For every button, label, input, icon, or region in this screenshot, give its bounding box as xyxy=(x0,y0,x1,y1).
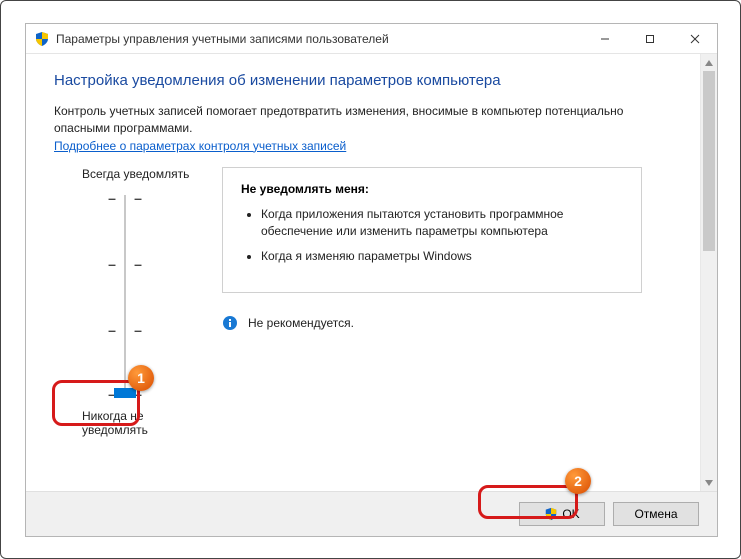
description-bullet: Когда приложения пытаются установить про… xyxy=(261,206,623,241)
scrollbar-thumb[interactable] xyxy=(703,71,715,251)
recommendation-text: Не рекомендуется. xyxy=(248,316,354,330)
slider-tick: –– xyxy=(108,327,142,333)
slider-label-always: Всегда уведомлять xyxy=(54,167,204,181)
cancel-button-label: Отмена xyxy=(634,507,677,521)
slider-thumb[interactable] xyxy=(114,388,136,398)
learn-more-link[interactable]: Подробнее о параметрах контроля учетных … xyxy=(54,139,346,153)
slider-label-never: Никогда не уведомлять xyxy=(54,409,204,437)
info-icon xyxy=(222,315,238,331)
minimize-button[interactable] xyxy=(582,24,627,53)
slider-tick: –– xyxy=(108,195,142,201)
vertical-scrollbar[interactable] xyxy=(700,54,717,491)
page-heading: Настройка уведомления об изменении парам… xyxy=(54,72,672,89)
scroll-down-button[interactable] xyxy=(701,474,717,491)
slider-track xyxy=(124,195,126,397)
annotation-badge-2: 2 xyxy=(565,468,591,494)
content-area: Настройка уведомления об изменении парам… xyxy=(26,54,700,491)
description-bullet: Когда я изменяю параметры Windows xyxy=(261,248,623,265)
window-title: Параметры управления учетными записями п… xyxy=(56,32,389,46)
shield-icon xyxy=(544,507,558,521)
window-controls xyxy=(582,24,717,53)
right-column: Не уведомлять меня: Когда приложения пыт… xyxy=(204,167,642,331)
cancel-button[interactable]: Отмена xyxy=(613,502,699,526)
annotation-badge-1: 1 xyxy=(128,365,154,391)
scrollbar-track[interactable] xyxy=(701,71,717,474)
uac-settings-window: Параметры управления учетными записями п… xyxy=(25,23,718,537)
description-title: Не уведомлять меня: xyxy=(241,182,623,196)
shield-icon xyxy=(34,31,50,47)
titlebar: Параметры управления учетными записями п… xyxy=(26,24,717,54)
slider-column: Всегда уведомлять –– –– –– –– Никогда не… xyxy=(54,167,204,437)
dialog-footer: OK Отмена xyxy=(26,491,717,536)
slider-tick: –– xyxy=(108,261,142,267)
description-panel: Не уведомлять меня: Когда приложения пыт… xyxy=(222,167,642,293)
intro-text: Контроль учетных записей помогает предот… xyxy=(54,103,672,137)
ok-button-label: OK xyxy=(562,507,579,521)
close-button[interactable] xyxy=(672,24,717,53)
ok-button[interactable]: OK xyxy=(519,502,605,526)
maximize-button[interactable] xyxy=(627,24,672,53)
scroll-up-button[interactable] xyxy=(701,54,717,71)
recommendation-row: Не рекомендуется. xyxy=(222,315,642,331)
